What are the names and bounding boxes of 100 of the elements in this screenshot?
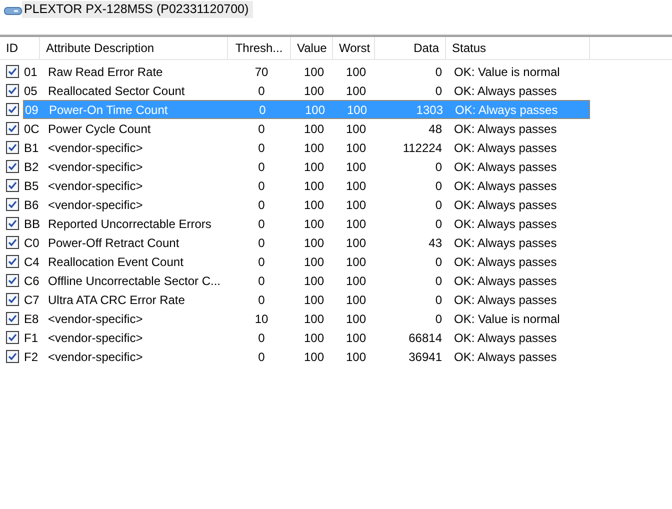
- table-cell-text: Power Cycle Count: [47, 122, 152, 136]
- table-cell-text: 100: [344, 122, 368, 136]
- table-cell-text: 100: [344, 216, 368, 230]
- table-cell-text: 0: [257, 140, 266, 154]
- checkbox[interactable]: [6, 255, 19, 268]
- table-cell-text: <vendor-specific>: [47, 350, 144, 364]
- table-cell-text: 100: [304, 102, 326, 116]
- column-header[interactable]: Worst: [333, 37, 375, 59]
- table-cell-text: 100: [344, 292, 368, 306]
- table-cell-text: 100: [302, 350, 326, 364]
- table-cell-text: OK: Always passes: [453, 160, 558, 174]
- table-cell-text: F1: [23, 330, 40, 344]
- checkbox[interactable]: [6, 350, 19, 363]
- table-row[interactable]: C0 Power-Off Retract Count 0 100 100 43 OK: Always passes: [23, 233, 590, 252]
- table-cell-text: OK: Always passes: [453, 140, 558, 154]
- table-cell-text: 66814: [408, 330, 443, 344]
- column-header[interactable]: ID: [0, 37, 40, 59]
- checkbox[interactable]: [6, 65, 19, 78]
- table-cell-text: 100: [302, 312, 326, 326]
- table-cell-text: 100: [302, 292, 326, 306]
- table-cell-text: 100: [302, 216, 326, 230]
- table-cell-text: B6: [23, 198, 40, 212]
- column-header[interactable]: Attribute Description: [40, 37, 228, 59]
- column-header[interactable]: Data: [375, 37, 446, 59]
- table-row[interactable]: C6 Offline Uncorrectable Sector C... 0 100 100 0 OK: Always passes: [23, 271, 590, 290]
- table-row[interactable]: BB Reported Uncorrectable Errors 0 100 100 0 OK: Always passes: [23, 214, 590, 233]
- drive-title: PLEXTOR PX-128M5S (P02331120700): [22, 1, 253, 18]
- checkbox[interactable]: [6, 331, 19, 344]
- checkbox[interactable]: [6, 198, 19, 211]
- table-cell-text: 100: [344, 350, 368, 364]
- checkbox[interactable]: [6, 312, 19, 325]
- table-cell-text: 100: [302, 160, 326, 174]
- checkbox[interactable]: [6, 84, 19, 97]
- table-cell-text: 100: [344, 274, 368, 288]
- checkbox[interactable]: [6, 160, 19, 173]
- table-cell-text: 0: [257, 254, 266, 268]
- checkbox[interactable]: [6, 141, 19, 154]
- table-cell-text: 0: [257, 274, 266, 288]
- table-cell-text: Power-Off Retract Count: [47, 236, 180, 250]
- checkbox[interactable]: [6, 122, 19, 135]
- table-cell-text: 100: [344, 236, 368, 250]
- table-cell-text: 0: [257, 330, 266, 344]
- table-cell-text: 100: [344, 198, 368, 212]
- table-row[interactable]: C7 Ultra ATA CRC Error Rate 0 100 100 0 OK: Always passes: [23, 290, 590, 309]
- table-cell-text: 0: [434, 292, 443, 306]
- table-cell-text: Reallocation Event Count: [47, 254, 184, 268]
- table-cell-text: 0: [434, 160, 443, 174]
- table-cell-text: 0: [257, 236, 266, 250]
- column-header[interactable]: Status: [446, 37, 590, 59]
- table-cell-text: OK: Always passes: [453, 198, 558, 212]
- table-row[interactable]: 0C Power Cycle Count 0 100 100 48 OK: Always passes: [23, 119, 590, 138]
- table-cell-text: 100: [302, 64, 326, 78]
- table-cell-text: 0: [257, 350, 266, 364]
- table-cell-text: 43: [428, 236, 443, 250]
- table-cell-text: 0: [257, 198, 266, 212]
- table-cell-text: OK: Value is normal: [453, 64, 561, 78]
- table-cell-text: Ultra ATA CRC Error Rate: [47, 292, 186, 306]
- table-cell-text: 1303: [415, 102, 444, 116]
- table-cell-text: 70: [254, 64, 270, 78]
- table-cell-text: 100: [344, 64, 368, 78]
- table-cell-text: F2: [23, 350, 40, 364]
- table-row[interactable]: B6 <vendor-specific> 0 100 100 0 OK: Always passes: [23, 195, 590, 214]
- table-cell-text: OK: Always passes: [453, 292, 558, 306]
- table-cell-text: 100: [344, 330, 368, 344]
- table-cell-text: <vendor-specific>: [47, 140, 144, 154]
- table-cell-text: OK: Always passes: [454, 102, 559, 116]
- table-row[interactable]: B5 <vendor-specific> 0 100 100 0 OK: Always passes: [23, 176, 590, 195]
- table-cell-text: OK: Always passes: [453, 330, 558, 344]
- column-header[interactable]: Value: [291, 37, 333, 59]
- table-row[interactable]: C4 Reallocation Event Count 0 100 100 0 OK: Always passes: [23, 252, 590, 271]
- table-cell-text: 0: [257, 84, 266, 98]
- table-cell-text: Reported Uncorrectable Errors: [47, 216, 212, 230]
- table-cell-text: 0: [434, 178, 443, 192]
- table-cell-text: OK: Always passes: [453, 178, 558, 192]
- table-row[interactable]: 01 Raw Read Error Rate 70 100 100 0 OK: Value is normal: [23, 62, 590, 81]
- table-cell-text: 100: [344, 254, 368, 268]
- table-cell-text: 01: [23, 64, 38, 78]
- table-cell-text: 0: [434, 312, 443, 326]
- checkbox[interactable]: [6, 274, 19, 287]
- checkbox[interactable]: [6, 103, 19, 116]
- table-cell-text: <vendor-specific>: [47, 312, 144, 326]
- drive-icon: [4, 6, 22, 16]
- table-cell-text: C7: [23, 292, 40, 306]
- checkbox[interactable]: [6, 179, 19, 192]
- checkbox[interactable]: [6, 236, 19, 249]
- table-row[interactable]: E8 <vendor-specific> 10 100 100 0 OK: Value is normal: [23, 309, 590, 328]
- table-cell-text: 112224: [402, 140, 443, 154]
- table-cell-text: OK: Value is normal: [453, 312, 561, 326]
- table-row[interactable]: 05 Reallocated Sector Count 0 100 100 0 OK: Always passes: [23, 81, 590, 100]
- table-row[interactable]: B2 <vendor-specific> 0 100 100 0 OK: Always passes: [23, 157, 590, 176]
- table-cell-text: 0: [434, 254, 443, 268]
- table-row[interactable]: B1 <vendor-specific> 0 100 100 112224 OK: Always passes: [23, 138, 590, 157]
- table-row[interactable]: F2 <vendor-specific> 0 100 100 36941 OK: Always passes: [23, 347, 590, 366]
- table-cell-text: 100: [302, 236, 326, 250]
- table-row[interactable]: F1 <vendor-specific> 0 100 100 66814 OK: Always passes: [23, 328, 590, 347]
- checkbox[interactable]: [6, 217, 19, 230]
- checkbox[interactable]: [6, 293, 19, 306]
- column-header[interactable]: Thresh...: [228, 37, 291, 59]
- table-cell-text: <vendor-specific>: [47, 330, 144, 344]
- table-cell-text: B1: [23, 140, 40, 154]
